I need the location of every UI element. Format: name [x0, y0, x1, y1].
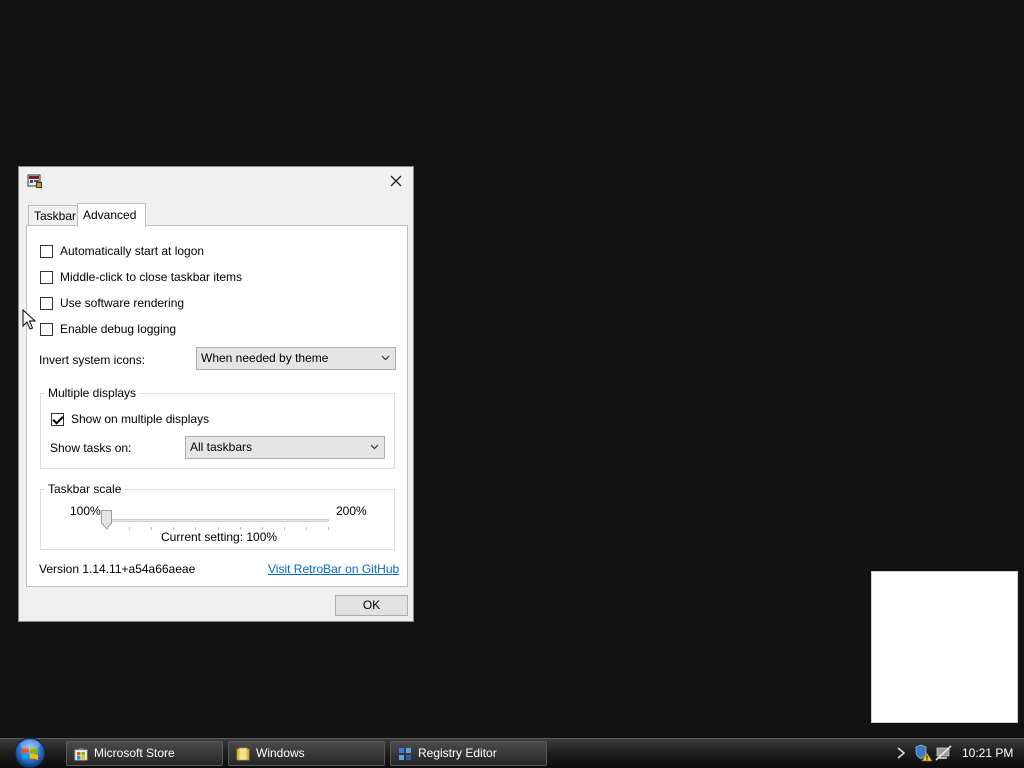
show-multiple-checkbox[interactable]	[51, 412, 64, 426]
store-icon	[74, 748, 88, 761]
taskbar-button-label: Microsoft Store	[94, 746, 175, 760]
taskbar-button-registry-editor[interactable]: Registry Editor	[390, 741, 547, 766]
taskbar: Microsoft Store Windows Registry Editor …	[0, 738, 1024, 768]
show-tasks-on-value: All taskbars	[190, 440, 253, 454]
security-warning-icon[interactable]	[915, 744, 933, 762]
invert-icons-value: When needed by theme	[201, 351, 329, 365]
taskbar-scale-group: Taskbar scale 100% 200% Current setting:…	[40, 482, 395, 550]
properties-dialog: Taskbar Advanced Automatically start at …	[18, 166, 414, 622]
software-rendering-option[interactable]: Use software rendering	[40, 294, 184, 312]
mouse-cursor-icon	[22, 309, 36, 330]
software-rendering-checkbox[interactable]	[40, 296, 53, 310]
title-bar[interactable]	[19, 167, 413, 195]
invert-icons-dropdown[interactable]: When needed by theme	[196, 347, 396, 370]
auto-start-option[interactable]: Automatically start at logon	[40, 242, 204, 260]
close-button[interactable]	[383, 169, 409, 193]
taskbar-button-microsoft-store[interactable]: Microsoft Store	[66, 741, 223, 766]
taskbar-scale-title: Taskbar scale	[45, 482, 125, 496]
slider-tick	[284, 527, 285, 530]
middle-click-label[interactable]: Middle-click to close taskbar items	[60, 270, 242, 284]
invert-icons-label: Invert system icons:	[39, 353, 146, 367]
chevron-down-icon	[370, 444, 379, 450]
taskbar-button-windows[interactable]: Windows	[228, 741, 385, 766]
scale-current-label: Current setting: 100%	[161, 530, 278, 544]
network-disconnected-icon[interactable]	[935, 744, 953, 762]
show-multiple-option[interactable]: Show on multiple displays	[51, 410, 209, 428]
slider-tick	[151, 527, 152, 530]
retrobar-app-icon	[27, 174, 42, 188]
chevron-down-icon	[381, 355, 390, 361]
slider-tick	[129, 527, 130, 530]
system-clock[interactable]: 10:21 PM	[962, 739, 1013, 767]
debug-logging-label[interactable]: Enable debug logging	[60, 322, 176, 336]
debug-logging-option[interactable]: Enable debug logging	[40, 320, 176, 338]
scale-min-label: 100%	[70, 504, 101, 518]
middle-click-option[interactable]: Middle-click to close taskbar items	[40, 268, 242, 286]
start-button-windows-icon[interactable]	[9, 735, 51, 768]
show-tasks-on-label: Show tasks on:	[50, 441, 132, 455]
github-link[interactable]: Visit RetroBar on GitHub	[268, 562, 399, 576]
registry-icon	[399, 748, 411, 760]
version-label: Version 1.14.11+a54a66aeae	[39, 562, 196, 576]
multiple-displays-title: Multiple displays	[45, 386, 140, 400]
folder-icon	[236, 747, 250, 761]
auto-start-checkbox[interactable]	[40, 244, 53, 258]
show-tasks-on-dropdown[interactable]: All taskbars	[185, 436, 385, 459]
middle-click-checkbox[interactable]	[40, 270, 53, 284]
show-hidden-icons-icon[interactable]	[896, 747, 906, 759]
debug-logging-checkbox[interactable]	[40, 322, 53, 336]
software-rendering-label[interactable]: Use software rendering	[60, 296, 184, 310]
tab-taskbar[interactable]: Taskbar	[28, 205, 78, 225]
slider-tick	[107, 527, 108, 530]
advanced-panel: Automatically start at logon Middle-clic…	[26, 225, 408, 587]
auto-start-label[interactable]: Automatically start at logon	[60, 244, 204, 258]
taskbar-button-label: Windows	[256, 746, 305, 760]
slider-tick	[328, 527, 329, 530]
taskbar-button-label: Registry Editor	[418, 746, 497, 760]
slider-tick	[306, 527, 307, 530]
close-icon	[390, 175, 402, 187]
ok-button[interactable]: OK	[335, 595, 408, 616]
multiple-displays-group: Multiple displays Show on multiple displ…	[40, 386, 395, 469]
scale-max-label: 200%	[336, 504, 367, 518]
blank-window[interactable]	[871, 571, 1018, 723]
show-multiple-label[interactable]: Show on multiple displays	[71, 412, 209, 426]
tab-advanced[interactable]: Advanced	[77, 203, 146, 227]
scale-slider-track[interactable]	[107, 519, 329, 522]
